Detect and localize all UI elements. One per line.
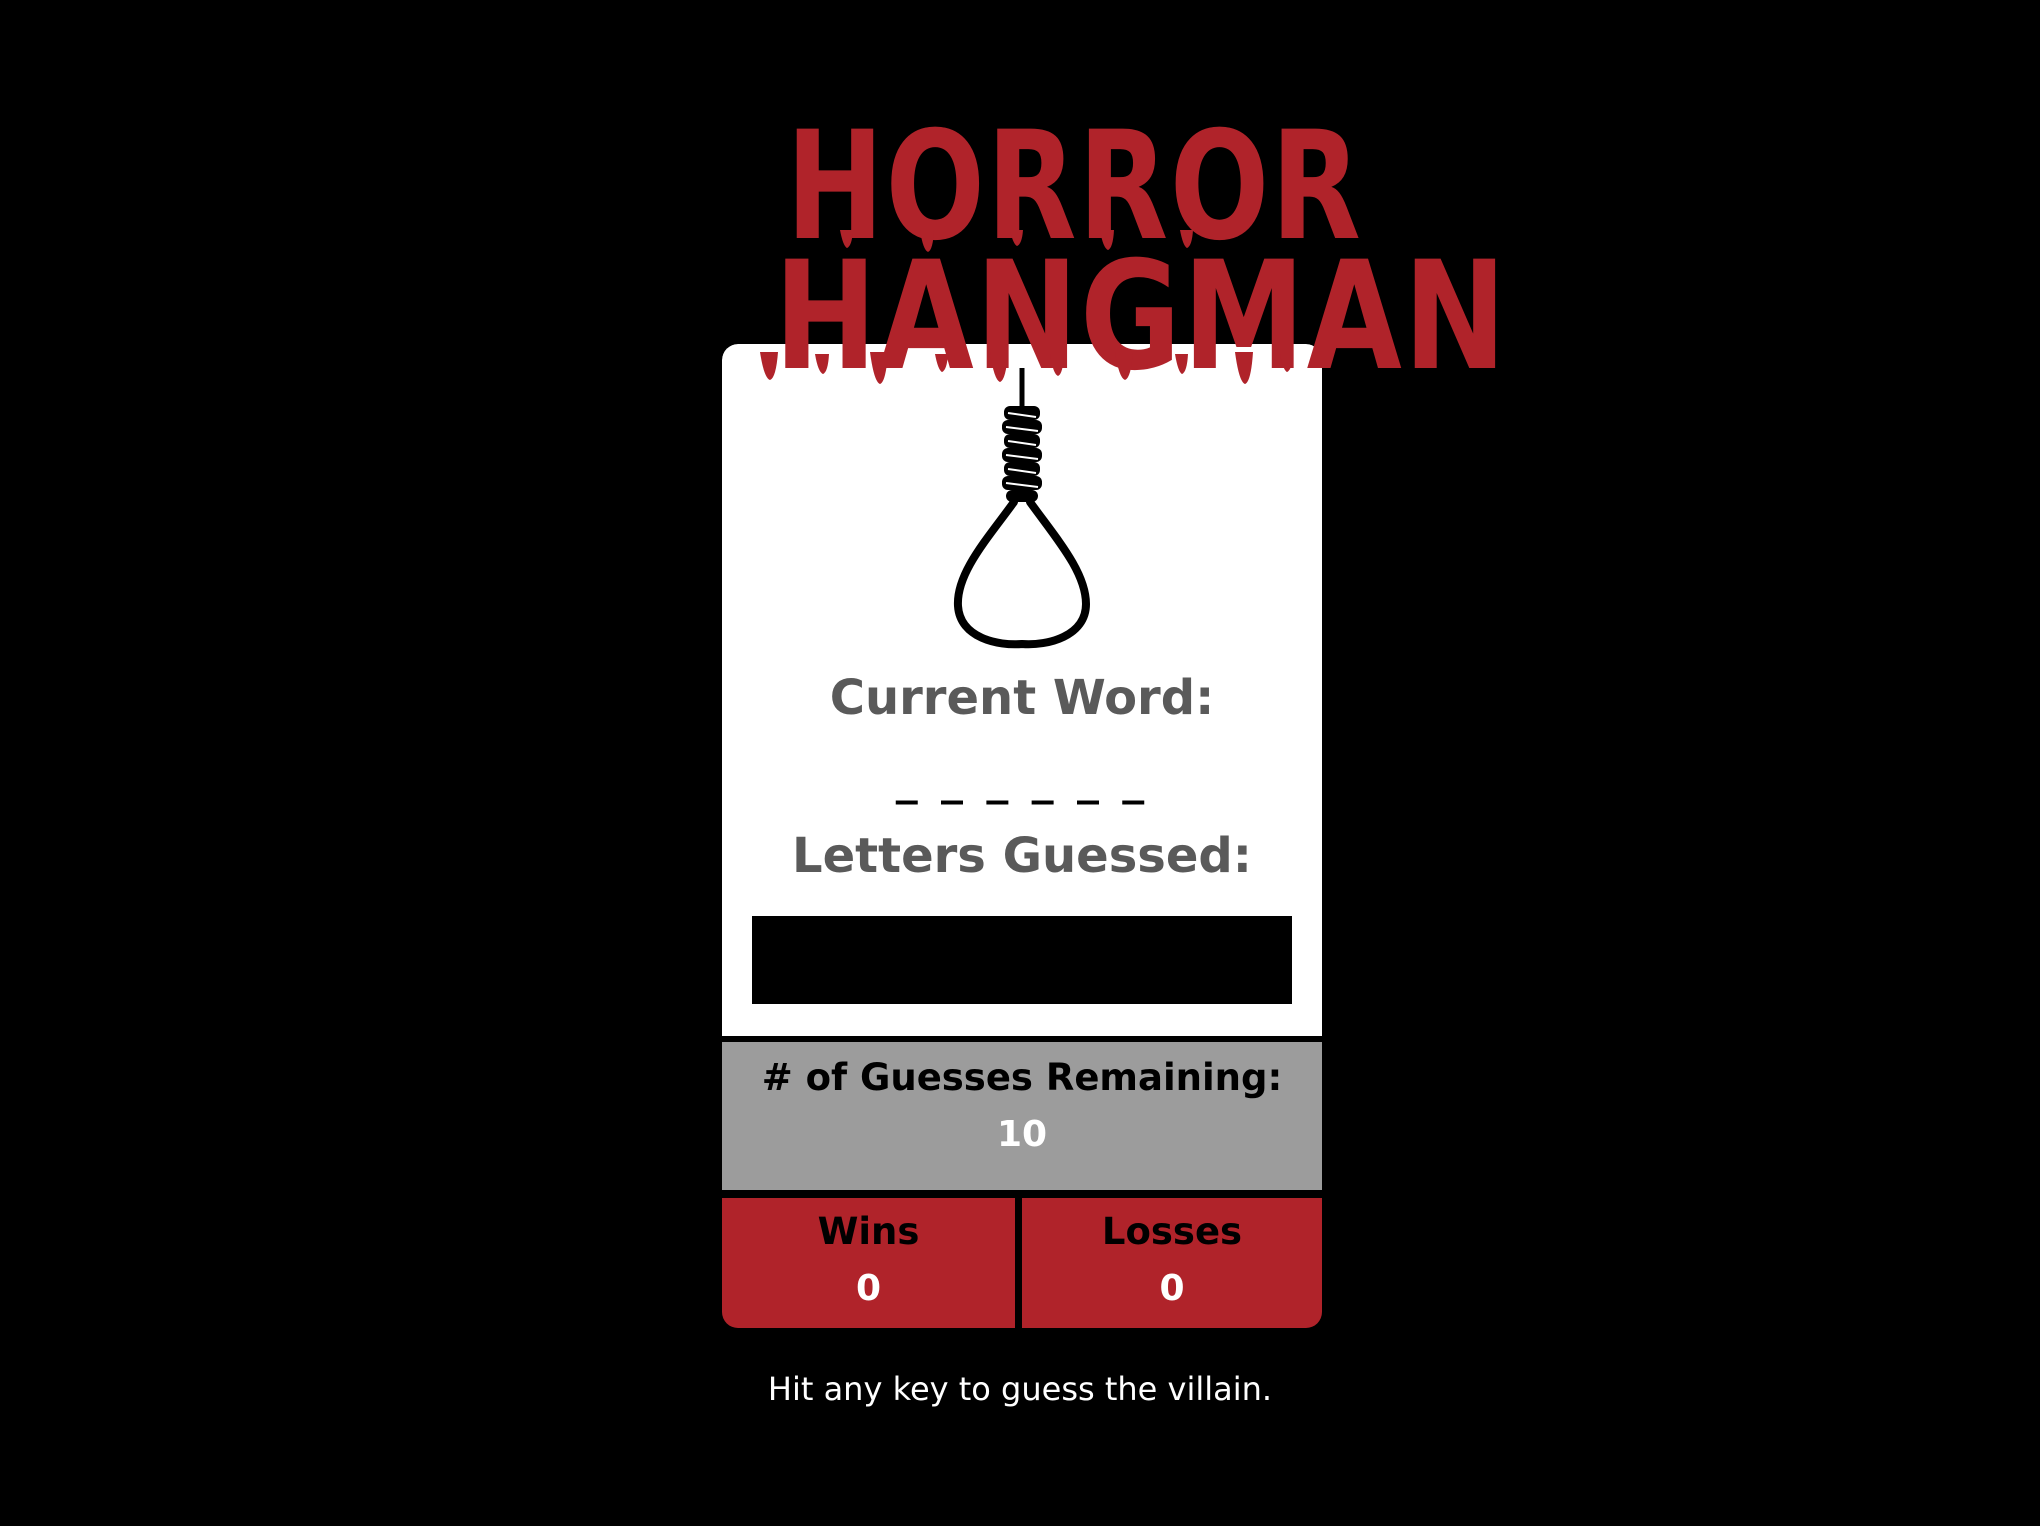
guesses-remaining-panel: # of Guesses Remaining: 10 <box>722 1042 1322 1190</box>
losses-panel: Losses 0 <box>1022 1198 1322 1328</box>
instructions-text: Hit any key to guess the villain. <box>767 1370 1273 1408</box>
losses-label: Losses <box>1101 1210 1243 1253</box>
game-card: Current Word: _ _ _ _ _ _ Letters Guesse… <box>722 344 1322 1346</box>
letters-guessed-display <box>752 916 1292 1004</box>
wins-value: 0 <box>855 1268 882 1309</box>
title-line-hangman: HANGMAN <box>774 230 1509 404</box>
guesses-remaining-label: # of Guesses Remaining: <box>761 1056 1283 1099</box>
guesses-remaining-value: 10 <box>996 1114 1048 1155</box>
letters-guessed-label: Letters Guessed: <box>792 828 1252 884</box>
wins-label: Wins <box>817 1210 920 1253</box>
wins-panel: Wins 0 <box>722 1198 1015 1328</box>
current-word-display: _ _ _ _ _ _ <box>895 754 1149 805</box>
noose-icon <box>953 368 1091 649</box>
current-word-label: Current Word: <box>829 670 1215 726</box>
game-title: HORROR HANGMAN <box>720 112 1509 404</box>
losses-value: 0 <box>1159 1268 1185 1309</box>
word-panel: Current Word: _ _ _ _ _ _ Letters Guesse… <box>722 344 1322 1036</box>
